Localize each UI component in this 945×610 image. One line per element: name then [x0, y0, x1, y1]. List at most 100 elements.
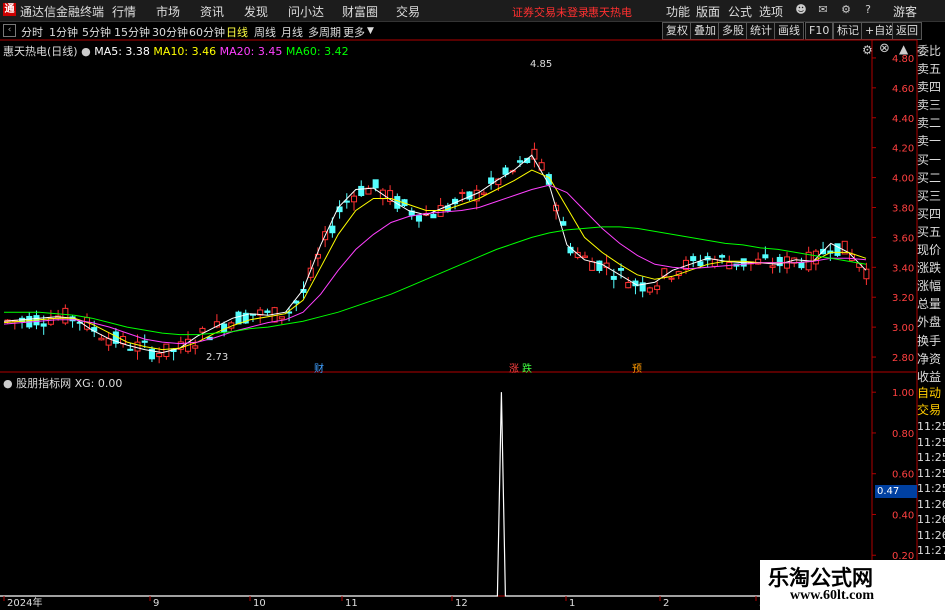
time-tick-label: 11 — [345, 598, 358, 609]
side-item: 外盘 — [917, 315, 942, 330]
xg-line — [0, 392, 872, 597]
time-tick-label: 1 — [569, 598, 575, 609]
side-item: 买五 — [917, 224, 942, 239]
candle-body — [415, 215, 422, 222]
candle-body — [596, 260, 603, 271]
side-trade-item: 11:25 — [917, 466, 945, 480]
time-axis: 2024年9101112123 — [3, 596, 765, 609]
side-item: 涨幅 — [917, 279, 942, 294]
quote-side-panel: 委比 卖五 卖四 卖三 卖二 卖一 买一 买二 买三 买四 买五 现价 涨跌 涨幅 总量 外盘 换手 净资 收益 — [917, 44, 945, 388]
candle-body — [329, 225, 336, 234]
candle-body — [430, 213, 437, 219]
candle-body — [560, 221, 567, 226]
candle-body — [199, 327, 206, 333]
candle-body — [762, 254, 769, 259]
candle-body — [610, 275, 617, 280]
candle-body — [480, 192, 487, 195]
candle-body — [625, 282, 632, 289]
price-tick-label: 3.80 — [892, 203, 914, 214]
candle-body — [343, 200, 350, 203]
candle-body — [141, 340, 148, 343]
candle-body — [372, 179, 379, 189]
side-item: 换手 — [917, 333, 942, 348]
side-item: 卖二 — [917, 116, 942, 131]
candle-body — [719, 255, 726, 258]
price-tick-label: 3.00 — [892, 323, 914, 334]
side-trade-item: 11:25 — [917, 482, 945, 495]
ma-line-ma10 — [3, 169, 867, 351]
candle-body — [646, 287, 653, 293]
indicator-toggle-icon[interactable]: ● — [3, 377, 13, 390]
candle-body — [40, 323, 47, 327]
side-trade-item: 11:27 — [917, 544, 945, 557]
candle-body — [350, 195, 358, 203]
side-trade-item: 11:26 — [917, 513, 945, 526]
ma-line-ma5 — [3, 154, 867, 354]
side-trade-item: 交易 — [917, 403, 942, 417]
indicator-tick-label: 0.40 — [892, 510, 914, 521]
event-marker-zhang[interactable]: 涨 — [509, 360, 519, 375]
time-tick-label: 2024年 — [7, 596, 42, 609]
side-trade-item: 11:25 — [917, 420, 945, 433]
candle-body — [459, 191, 466, 195]
candle-body — [798, 261, 805, 269]
ma-line-ma60 — [4, 226, 867, 336]
candle-body — [617, 268, 625, 271]
side-item: 买二 — [917, 170, 942, 185]
side-item: 涨跌 — [917, 261, 942, 276]
side-item: 卖五 — [917, 62, 942, 77]
side-item: 买四 — [917, 206, 942, 221]
indicator-legend: ● 股朋指标网 XG: 0.00 — [3, 375, 122, 391]
side-item: 总量 — [917, 297, 942, 312]
candle-body — [156, 352, 163, 358]
watermark: 乐淘公式网 www.60lt.com — [760, 560, 945, 610]
indicator-tick-label: 1.00 — [892, 388, 914, 399]
trade-side-panel: 自动交易 11:25 11:25 11:25 11:25 11:25 11:26 11:26 1… — [917, 386, 945, 575]
candle-body — [127, 348, 134, 351]
candlesticks — [4, 142, 870, 364]
time-tick-label: 2 — [663, 598, 669, 609]
time-tick-label: 10 — [253, 598, 266, 609]
candle-body — [235, 311, 242, 325]
max-price-label: 4.85 — [530, 59, 553, 70]
side-item: 委比 — [917, 44, 942, 58]
candle-body — [516, 160, 524, 163]
candle-body — [863, 268, 870, 280]
candle-body — [192, 345, 199, 349]
candle-body — [654, 285, 661, 291]
price-tick-label: 3.40 — [892, 263, 914, 274]
kline-chart[interactable]: 4.80 4.60 4.40 4.20 4.00 3.80 3.60 3.40 3.20 3.00… — [0, 0, 945, 609]
candle-body — [690, 256, 697, 262]
candle-body — [62, 307, 69, 324]
candle-body — [769, 265, 776, 268]
candle-body — [812, 250, 819, 265]
candle-body — [581, 255, 588, 258]
side-item: 买一 — [917, 152, 942, 167]
price-tick-label: 3.60 — [892, 233, 914, 244]
event-marker-die[interactable]: 跌 — [522, 360, 532, 375]
event-marker-cai[interactable]: 财 — [314, 360, 324, 375]
candle-body — [358, 185, 365, 196]
candle-body — [668, 277, 675, 280]
price-tick-label: 4.20 — [892, 144, 914, 155]
time-tick-label: 9 — [153, 598, 159, 609]
candle-body — [134, 341, 141, 352]
event-marker-yu[interactable]: 预 — [632, 360, 642, 375]
side-item: 卖三 — [917, 98, 942, 113]
price-tick-label: 4.40 — [892, 114, 914, 125]
ma-lines — [3, 154, 867, 354]
price-tick-label: 4.80 — [892, 54, 914, 65]
candle-body — [264, 310, 271, 313]
candle-body — [502, 167, 509, 175]
indicator-value: XG: 0.00 — [74, 377, 123, 390]
watermark-url: www.60lt.com — [790, 588, 874, 603]
candle-body — [163, 343, 170, 357]
side-item: 净资 — [917, 351, 942, 366]
indicator-current-value: 0.47 — [875, 485, 917, 498]
indicator-name: 股朋指标网 — [16, 377, 72, 390]
candle-body — [278, 316, 285, 320]
indicator-tick-label: 0.80 — [892, 429, 914, 440]
side-trade-item: 自动 — [917, 386, 942, 400]
side-item: 买三 — [917, 188, 942, 203]
side-item: 卖四 — [917, 80, 942, 95]
